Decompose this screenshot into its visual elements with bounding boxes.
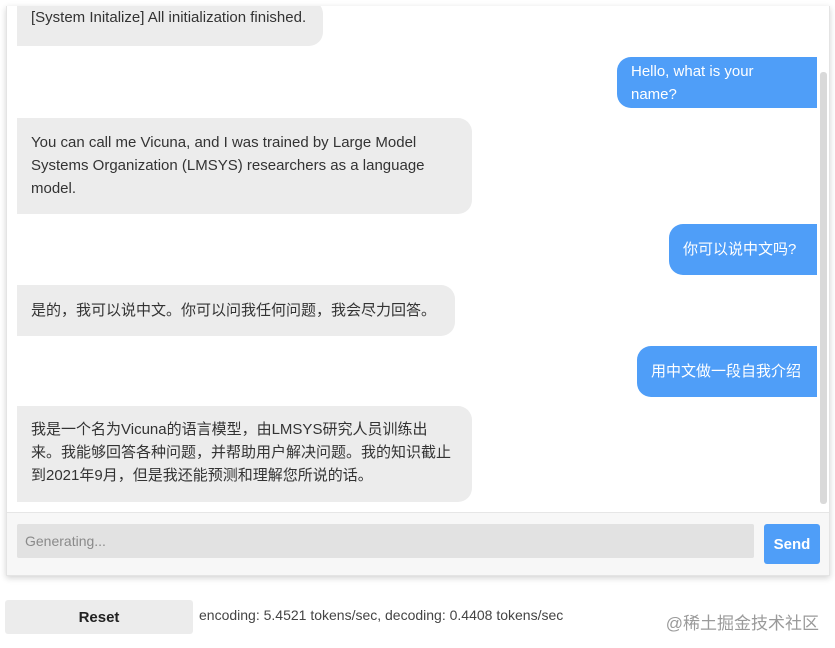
message-line: Systems Organization (LMSYS) researchers…	[31, 157, 425, 174]
scrollbar-thumb[interactable]	[820, 72, 827, 504]
reset-button[interactable]: Reset	[5, 600, 193, 634]
user-message: 你可以说中文吗?	[669, 224, 817, 275]
bot-message: You can call me Vicuna, and I was traine…	[17, 118, 472, 214]
chat-window: [System Initalize] All initialization fi…	[6, 6, 830, 576]
input-bar: Send	[7, 512, 829, 575]
message-line: 到2021年9月，但是我还能预测和理解您所说的话。	[31, 467, 373, 484]
bot-message: 是的，我可以说中文。你可以问我任何问题，我会尽力回答。	[17, 285, 455, 336]
message-list[interactable]: [System Initalize] All initialization fi…	[7, 6, 817, 512]
message-line: 我是一个名为Vicuna的语言模型，由LMSYS研究人员训练出	[31, 421, 428, 438]
scrollbar[interactable]	[817, 6, 829, 512]
message-line: 用中文做一段自我介绍	[651, 363, 802, 380]
bot-message: 我是一个名为Vicuna的语言模型，由LMSYS研究人员训练出 来。我能够回答各…	[17, 406, 472, 502]
speed-stats: encoding: 5.4521 tokens/sec, decoding: 0…	[199, 607, 564, 623]
message-line: [System Initalize] All initialization fi…	[31, 9, 307, 26]
message-line: 是的，我可以说中文。你可以问我任何问题，我会尽力回答。	[31, 302, 437, 319]
bot-message: [System Initalize] All initialization fi…	[17, 6, 323, 46]
user-message: 用中文做一段自我介绍	[637, 346, 817, 397]
message-line: You can call me Vicuna, and I was traine…	[31, 134, 417, 151]
message-line: Hello, what is your name?	[631, 62, 754, 103]
prompt-input[interactable]	[17, 524, 754, 558]
message-line: 来。我能够回答各种问题，并帮助用户解决问题。我的知识截止	[31, 444, 452, 461]
message-line: model.	[31, 180, 77, 197]
watermark: @稀土掘金技术社区	[665, 614, 819, 633]
user-message: Hello, what is your name?	[617, 57, 817, 108]
send-button[interactable]: Send	[764, 524, 820, 564]
message-line: 你可以说中文吗?	[683, 241, 797, 258]
